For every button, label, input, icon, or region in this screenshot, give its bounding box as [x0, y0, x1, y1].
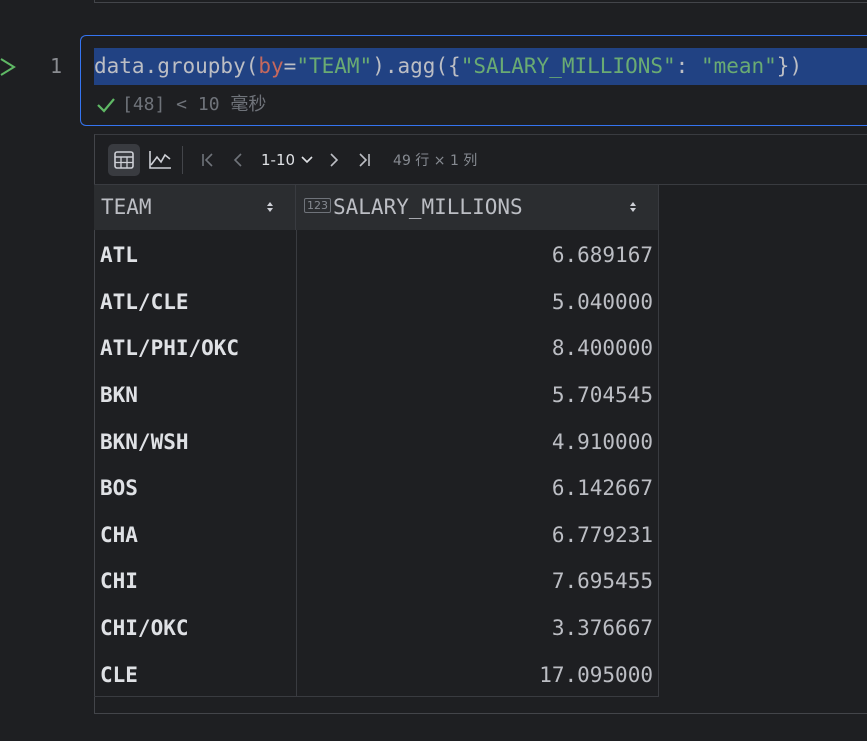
next-page-icon: [330, 152, 339, 167]
code-text-middle: ).agg({: [372, 54, 461, 78]
next-page-button[interactable]: [319, 144, 349, 176]
table-row[interactable]: BKN 5.704545: [94, 372, 658, 419]
salary-cell: 8.400000: [551, 336, 653, 361]
execution-status: [48] < 10 毫秒: [96, 92, 266, 118]
prev-page-button[interactable]: [223, 144, 253, 176]
team-cell: CHI/OKC: [100, 616, 189, 641]
last-page-button[interactable]: [349, 144, 379, 176]
code-text: data.groupby(: [94, 54, 259, 78]
table-row[interactable]: CHI/OKC 3.376667: [94, 605, 658, 652]
code-colon: :: [675, 54, 701, 78]
table-row[interactable]: CHA 6.779231: [94, 512, 658, 559]
column-header-team[interactable]: TEAM: [94, 185, 296, 230]
table-row[interactable]: BOS 6.142667: [94, 465, 658, 512]
team-cell: BOS: [100, 476, 138, 501]
line-number: 1: [49, 54, 62, 78]
salary-cell: 4.910000: [551, 429, 653, 454]
table-row[interactable]: CLE 17.095000: [94, 651, 658, 698]
team-cell: CHI: [100, 569, 138, 594]
column-header-label: TEAM: [101, 195, 152, 219]
salary-cell: 7.695455: [551, 569, 653, 594]
grid-header: TEAM 123 SALARY_MILLIONS: [94, 185, 658, 230]
table-row[interactable]: ATL/CLE 5.040000: [94, 279, 658, 326]
team-cell: BKN: [100, 383, 138, 408]
salary-cell: 5.704545: [551, 383, 653, 408]
execution-status-text: [48] < 10 毫秒: [122, 94, 267, 115]
code-text-suffix: }): [776, 54, 803, 78]
data-grid: TEAM 123 SALARY_MILLIONS ATL 6.689167 AT…: [94, 185, 659, 697]
table-row[interactable]: CHI 7.695455: [94, 558, 658, 605]
code-param-name: by: [258, 54, 284, 78]
code-equals: =: [283, 54, 297, 78]
team-cell: CHA: [100, 522, 138, 547]
salary-cell: 5.040000: [551, 289, 653, 314]
sort-icon[interactable]: [628, 200, 638, 214]
chart-view-icon: [149, 150, 171, 169]
chart-view-button[interactable]: [144, 144, 176, 176]
table-row[interactable]: ATL/PHI/OKC 8.400000: [94, 325, 658, 372]
table-row[interactable]: BKN/WSH 4.910000: [94, 418, 658, 465]
code-string-group-col: "TEAM": [296, 54, 373, 78]
last-page-icon: [359, 152, 370, 167]
column-header-salary[interactable]: 123 SALARY_MILLIONS: [296, 185, 658, 230]
page-range-label: 1-10: [261, 150, 296, 169]
team-cell: ATL: [100, 243, 138, 268]
toolbar-separator: [182, 145, 183, 174]
team-cell: BKN/WSH: [100, 429, 189, 454]
previous-cell-border: [94, 0, 867, 3]
team-cell: ATL/CLE: [100, 289, 189, 314]
table-view-button[interactable]: [108, 143, 140, 176]
notebook-view: 1 data.groupby(by="TEAM").agg({"SALARY_M…: [0, 0, 867, 741]
salary-cell: 6.689167: [551, 243, 653, 268]
code-line[interactable]: data.groupby(by="TEAM").agg({"SALARY_MIL…: [94, 48, 867, 85]
numeric-type-icon: 123: [304, 198, 331, 213]
code-string-agg-col: "SALARY_MILLIONS": [460, 54, 676, 78]
team-cell: CLE: [100, 662, 138, 687]
salary-cell: 6.142667: [551, 476, 653, 501]
table-row[interactable]: ATL 6.689167: [94, 232, 658, 279]
grid-body: ATL 6.689167 ATL/CLE 5.040000 ATL/PHI/OK…: [94, 232, 658, 698]
sort-icon[interactable]: [265, 200, 275, 214]
row-column-count: 49 行 × 1 列: [393, 152, 478, 169]
salary-cell: 3.376667: [551, 616, 653, 641]
check-icon: [97, 98, 115, 113]
first-page-button[interactable]: [193, 144, 223, 176]
chevron-down-icon: [301, 155, 313, 163]
output-toolbar: 1-10 49 行 × 1 列: [94, 135, 867, 185]
salary-cell: 6.779231: [551, 522, 653, 547]
code-string-agg-func: "mean": [700, 54, 777, 78]
column-header-label: SALARY_MILLIONS: [333, 195, 523, 219]
table-view-icon: [114, 150, 134, 169]
first-page-icon: [202, 152, 213, 167]
prev-page-icon: [233, 152, 242, 167]
run-cell-icon[interactable]: [0, 57, 16, 77]
salary-cell: 17.095000: [539, 662, 653, 687]
page-range-dropdown[interactable]: 1-10: [261, 151, 313, 169]
team-cell: ATL/PHI/OKC: [100, 336, 240, 361]
